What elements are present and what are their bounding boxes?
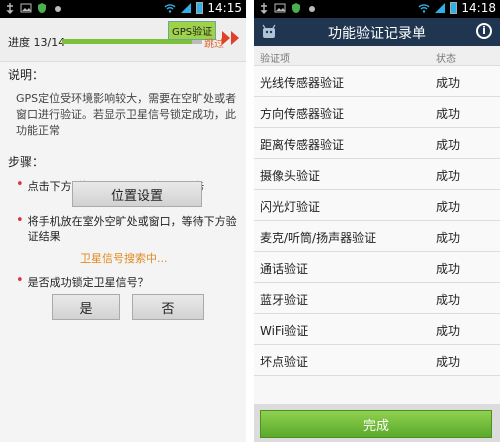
debug-icon: [55, 6, 61, 12]
item-status: 成功: [436, 262, 461, 276]
status-bar: 14:15: [0, 0, 246, 18]
item-name: WiFi验证: [260, 324, 309, 338]
progress-label: 进度 13/14: [8, 36, 66, 49]
list-item[interactable]: WiFi验证 成功: [254, 314, 500, 345]
signal-icon: [181, 3, 192, 13]
item-status: 成功: [436, 293, 461, 307]
list-item[interactable]: 麦克/听筒/扬声器验证 成功: [254, 221, 500, 252]
battery-icon: [196, 2, 204, 14]
list-item[interactable]: 光线传感器验证 成功: [254, 66, 500, 97]
shield-icon: [292, 3, 300, 13]
location-settings-button[interactable]: 位置设置: [72, 181, 202, 207]
step-2-text: 将手机放在室外空旷处或窗口，等待下方验证结果: [27, 215, 237, 243]
item-status: 成功: [436, 324, 461, 338]
list-item[interactable]: 通话验证 成功: [254, 252, 500, 283]
wifi-icon: [418, 4, 430, 13]
item-name: 通话验证: [260, 262, 309, 276]
item-name: 光线传感器验证: [260, 76, 345, 90]
item-name: 方向传感器验证: [260, 107, 345, 121]
item-status: 成功: [436, 200, 461, 214]
status-time: 14:15: [207, 1, 242, 15]
info-icon[interactable]: i: [476, 23, 492, 39]
wifi-icon: [164, 4, 176, 13]
item-status: 成功: [436, 231, 461, 245]
image-icon: [20, 3, 32, 13]
item-status: 成功: [436, 355, 461, 369]
item-name: 闪光灯验证: [260, 200, 321, 214]
app-title-bar: 功能验证记录单 i: [254, 18, 500, 46]
description-text: GPS定位受环境影响较大，需要在空旷处或者窗口进行验证。若显示卫星信号锁定成功，…: [16, 92, 237, 137]
list-item[interactable]: 方向传感器验证 成功: [254, 97, 500, 128]
signal-icon: [435, 3, 446, 13]
item-status: 成功: [436, 76, 461, 90]
progress-header: 进度 13/14 GPS验证 跳过: [0, 18, 246, 62]
item-name: 坏点验证: [260, 355, 309, 369]
list-item[interactable]: 摄像头验证 成功: [254, 159, 500, 190]
item-status: 成功: [436, 107, 461, 121]
item-name: 蓝牙验证: [260, 293, 309, 307]
item-name: 麦克/听筒/扬声器验证: [260, 231, 377, 245]
list-item[interactable]: 距离传感器验证 成功: [254, 128, 500, 159]
done-button[interactable]: 完成: [260, 410, 492, 438]
status-time: 14:18: [461, 1, 496, 15]
status-bar: 14:18: [254, 0, 500, 18]
fast-forward-icon[interactable]: [221, 30, 241, 46]
usb-icon: [260, 3, 268, 14]
image-icon: [274, 3, 286, 13]
item-status: 成功: [436, 138, 461, 152]
column-item-header: 验证项: [260, 54, 290, 65]
step-3: • 是否成功锁定卫星信号？: [16, 273, 149, 290]
steps-title: 步骤：: [8, 155, 45, 169]
usb-icon: [6, 3, 14, 14]
item-status: 成功: [436, 169, 461, 183]
list-item[interactable]: 坏点验证 成功: [254, 345, 500, 376]
list-item[interactable]: 闪光灯验证 成功: [254, 190, 500, 221]
shield-icon: [38, 3, 46, 13]
step-2: • 将手机放在室外空旷处或窗口，等待下方验证结果: [16, 214, 242, 244]
right-screen: 14:18 功能验证记录单 i 验证项 状态 光线传感器验证 成功 方向传感器验证成…: [254, 0, 500, 442]
column-status-header: 状态: [436, 54, 456, 65]
yes-button[interactable]: 是: [52, 294, 120, 320]
results-list: 光线传感器验证 成功 方向传感器验证 成功 距离传感器验证 成功 摄像头验证 成功 闪光灯验证成…: [254, 66, 500, 376]
gps-search-status: 卫星信号搜索中...: [80, 252, 168, 265]
battery-icon: [450, 2, 458, 14]
description-title: 说明：: [8, 68, 45, 82]
step-3-text: 是否成功锁定卫星信号？: [27, 276, 149, 289]
item-name: 摄像头验证: [260, 169, 321, 183]
debug-icon: [309, 6, 315, 12]
page-title: 功能验证记录单: [328, 26, 426, 42]
item-name: 距离传感器验证: [260, 138, 345, 152]
list-item[interactable]: 蓝牙验证 成功: [254, 283, 500, 314]
instructions: 说明： GPS定位受环境影响较大，需要在空旷处或者窗口进行验证。若显示卫星信号锁…: [0, 62, 246, 194]
left-screen: 14:15 进度 13/14 GPS验证 跳过 说明： GPS定位受环境影响较大…: [0, 0, 246, 442]
table-header: 验证项 状态: [254, 46, 500, 66]
no-button[interactable]: 否: [132, 294, 204, 320]
